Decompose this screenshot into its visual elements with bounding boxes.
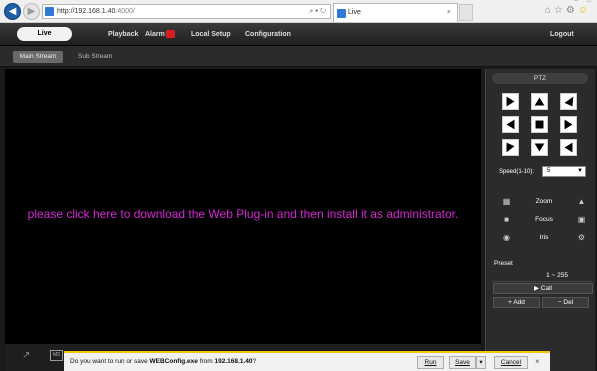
tab-title: Live (348, 9, 361, 16)
url-host: http://192.168.1.40 (57, 8, 116, 15)
ptz-stop-icon[interactable] (531, 116, 548, 133)
iris-open-icon[interactable]: ⚙ (576, 232, 587, 243)
ptz-down-left-icon[interactable] (502, 139, 519, 156)
tab-favicon-icon (337, 9, 346, 18)
stream-tabs: Main Stream Sub Stream (0, 46, 597, 67)
save-button-label: Save (455, 359, 470, 366)
download-prompt-suffix: ? (252, 358, 257, 365)
ptz-up-right-icon[interactable] (560, 93, 577, 110)
chevron-down-icon: ▼ (577, 168, 583, 174)
cancel-button-label: Cancel (500, 359, 522, 366)
tab-main-stream[interactable]: Main Stream (13, 51, 63, 63)
download-prompt-middle: from (197, 358, 215, 365)
window-controls[interactable]: – □ (574, 0, 595, 4)
close-icon[interactable]: × (535, 357, 540, 366)
iris-control: ◉ Iris ⚙ (497, 230, 591, 245)
favorites-star-icon[interactable]: ☆ (554, 5, 566, 16)
ptz-title: PTZ (492, 73, 588, 84)
browser-toolbar: ◀ ▶ http://192.168.1.40:4000/ ⌕ ▾ ↻ Live… (0, 0, 597, 23)
main-navigation: Live Playback Alarm Local Setup Configur… (0, 23, 597, 46)
cancel-button[interactable]: Cancel (494, 356, 528, 369)
site-favicon-icon (45, 7, 54, 16)
download-prompt-prefix: Do you want to run or save (70, 358, 150, 365)
download-notification-bar: Do you want to run or save WEBConfig.exe… (64, 351, 550, 371)
new-tab-button[interactable] (459, 4, 473, 21)
back-arrow-icon[interactable]: ◀ (4, 3, 21, 20)
ptz-right-icon[interactable] (560, 116, 577, 133)
nav-configuration[interactable]: Configuration (245, 23, 291, 46)
multi-view-icon[interactable]: M3 (50, 350, 63, 361)
settings-gear-icon[interactable]: ⚙ (566, 5, 578, 16)
forward-arrow-icon[interactable]: ▶ (23, 3, 40, 20)
download-filename: WEBConfig.exe (149, 358, 198, 365)
address-controls[interactable]: ⌕ ▾ ↻ (309, 5, 326, 18)
focus-far-icon[interactable]: ▣ (576, 214, 587, 225)
preset-range-input[interactable]: 1 ~ 255 (492, 270, 592, 282)
fullscreen-expand-icon[interactable]: ↗ (22, 350, 30, 361)
zoom-in-icon[interactable]: ▲ (576, 196, 587, 207)
focus-control: ■ Focus ▣ (497, 212, 591, 227)
tab-close-icon[interactable]: × (447, 4, 451, 22)
nav-playback[interactable]: Playback (108, 23, 138, 46)
save-options-chevron-icon[interactable]: ▾ (476, 356, 486, 369)
ptz-left-icon[interactable] (502, 116, 519, 133)
run-button[interactable]: Run (417, 356, 444, 369)
nav-alarm[interactable]: Alarm (145, 23, 175, 46)
preset-label: Preset (494, 260, 513, 267)
browser-right-icons: ⌂☆⚙☺ (545, 5, 591, 16)
nav-alarm-label: Alarm (145, 31, 165, 38)
plugin-download-link[interactable]: please click here to download the Web Pl… (5, 207, 481, 221)
nav-logout[interactable]: Logout (550, 23, 574, 46)
ptz-down-right-icon[interactable] (560, 139, 577, 156)
download-host: 192.168.1.40 (214, 358, 253, 365)
ptz-down-icon[interactable] (531, 139, 548, 156)
speed-select[interactable]: 5 ▼ (542, 166, 586, 177)
address-bar[interactable]: http://192.168.1.40:4000/ ⌕ ▾ ↻ (42, 4, 331, 19)
url-port: :4000/ (115, 8, 135, 15)
ptz-panel: PTZ Speed(1-10): 5 ▼ ▦ Zoom ▲ ■ Focus ▣ … (485, 69, 595, 371)
download-prompt: Do you want to run or save WEBConfig.exe… (70, 358, 256, 365)
home-icon[interactable]: ⌂ (545, 5, 554, 16)
nav-live[interactable]: Live (17, 27, 72, 41)
tab-sub-stream[interactable]: Sub Stream (78, 51, 112, 63)
nav-local-setup[interactable]: Local Setup (191, 23, 231, 46)
ptz-up-icon[interactable] (531, 93, 548, 110)
preset-call-button[interactable]: ▶ Call (493, 283, 593, 294)
video-viewport[interactable]: please click here to download the Web Pl… (5, 69, 481, 344)
run-button-label: Run (424, 359, 437, 366)
preset-delete-button[interactable]: − Del (542, 297, 589, 308)
zoom-control: ▦ Zoom ▲ (497, 194, 591, 209)
preset-add-button[interactable]: + Add (493, 297, 540, 308)
speed-value: 5 (547, 168, 551, 174)
feedback-smiley-icon[interactable]: ☺ (578, 5, 591, 16)
browser-tab-live[interactable]: Live × (333, 3, 458, 22)
speed-label: Speed(1-10): (499, 169, 535, 175)
alarm-badge-icon (165, 30, 175, 39)
ptz-up-left-icon[interactable] (502, 93, 519, 110)
save-button[interactable]: Save (449, 356, 476, 369)
